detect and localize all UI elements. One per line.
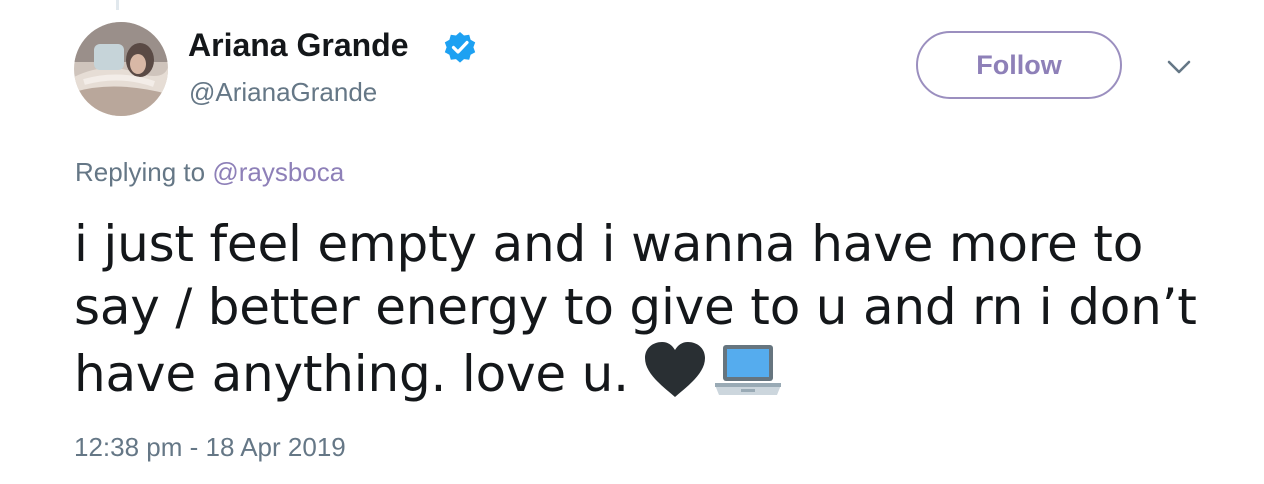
follow-button[interactable]: Follow <box>916 31 1122 99</box>
avatar[interactable] <box>74 22 168 116</box>
tweet-timestamp[interactable]: 12:38 pm - 18 Apr 2019 <box>74 432 346 463</box>
thread-connector <box>116 0 119 10</box>
verified-badge-icon <box>444 32 476 63</box>
tweet-card: Ariana Grande @ArianaGrande Follow Reply… <box>0 0 1264 484</box>
user-handle[interactable]: @ArianaGrande <box>189 77 377 108</box>
chevron-down-icon[interactable] <box>1166 58 1192 76</box>
laptop-emoji-icon <box>714 345 781 395</box>
tweet-body: i just feel empty and i wanna have more … <box>74 215 1197 403</box>
replying-to-label: Replying to <box>75 157 206 187</box>
tweet-text: i just feel empty and i wanna have more … <box>74 213 1214 406</box>
display-name[interactable]: Ariana Grande <box>188 27 409 64</box>
black-heart-emoji-icon <box>644 342 705 397</box>
reply-handle-link[interactable]: @raysboca <box>212 157 344 187</box>
profile-photo-icon <box>74 22 168 116</box>
replying-to: Replying to @raysboca <box>75 157 344 188</box>
